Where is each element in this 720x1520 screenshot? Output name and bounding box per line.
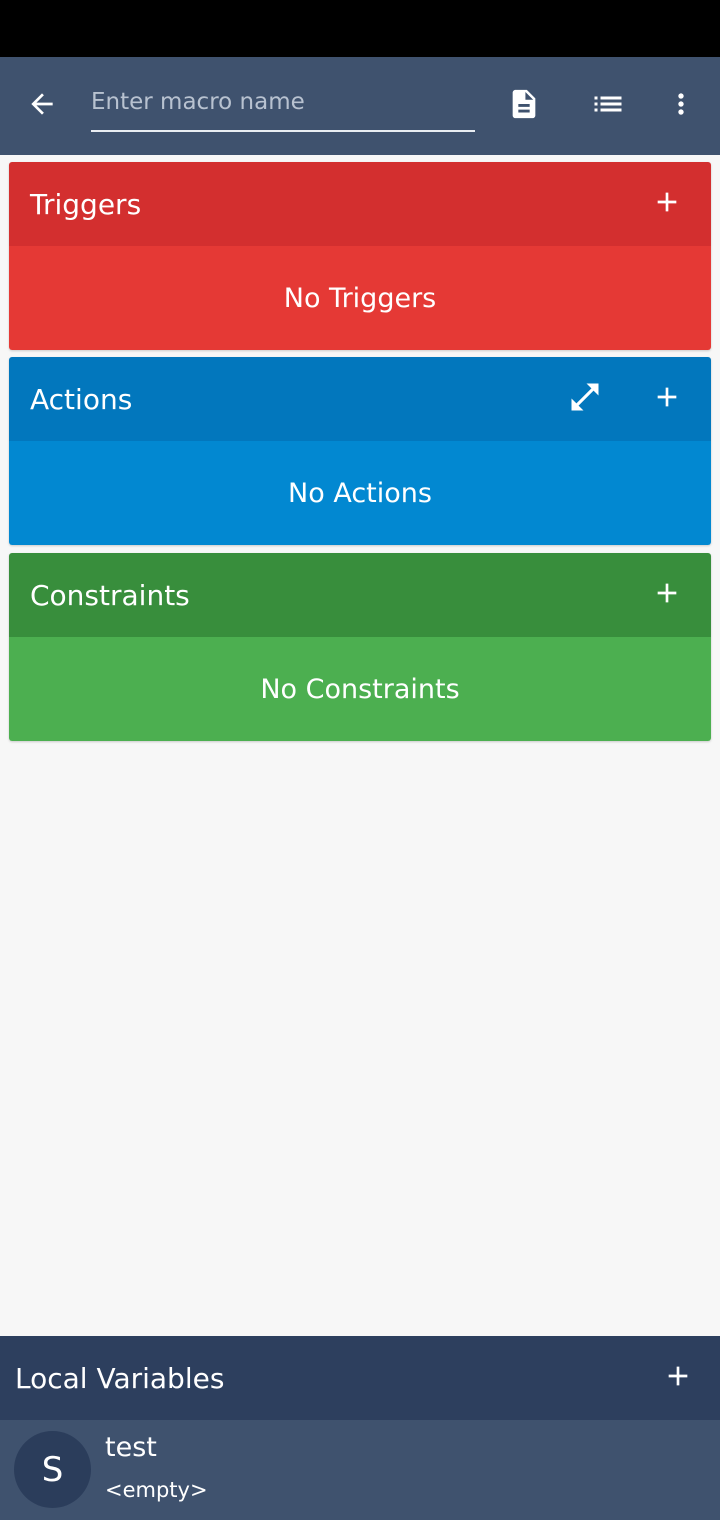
description-button[interactable] — [500, 82, 548, 130]
triggers-title: Triggers — [30, 187, 142, 221]
actions-header: Actions — [9, 357, 711, 441]
actions-empty-area[interactable]: No Actions — [9, 441, 711, 545]
actions-empty-text: No Actions — [288, 477, 432, 509]
add-trigger-button[interactable] — [643, 180, 691, 228]
status-bar — [0, 0, 720, 57]
add-constraint-button[interactable] — [643, 571, 691, 619]
plus-icon — [651, 381, 683, 417]
constraints-empty-area[interactable]: No Constraints — [9, 637, 711, 741]
back-button[interactable] — [18, 82, 66, 130]
variable-type-avatar: S — [14, 1431, 91, 1508]
document-icon — [507, 87, 541, 125]
expand-icon — [567, 379, 603, 419]
variable-value: <empty> — [105, 1478, 208, 1502]
triggers-empty-text: No Triggers — [283, 282, 437, 314]
add-action-button[interactable] — [643, 375, 691, 423]
triggers-empty-area[interactable]: No Triggers — [9, 246, 711, 350]
add-variable-button[interactable] — [654, 1354, 702, 1402]
variable-name: test — [105, 1432, 157, 1463]
list-view-button[interactable] — [584, 82, 632, 130]
local-variables-header: Local Variables — [0, 1336, 720, 1420]
variable-list-item[interactable]: S test <empty> — [0, 1420, 720, 1520]
constraints-header: Constraints — [9, 553, 711, 637]
constraints-title: Constraints — [30, 578, 190, 612]
actions-title: Actions — [30, 382, 133, 416]
triggers-card: Triggers No Triggers — [9, 162, 711, 350]
local-variables-title: Local Variables — [15, 1361, 225, 1395]
plus-icon — [651, 186, 683, 222]
plus-icon — [662, 1360, 694, 1396]
arrow-left-icon — [26, 88, 58, 124]
macro-name-input[interactable] — [91, 84, 475, 132]
overflow-menu-button[interactable] — [657, 82, 705, 130]
top-toolbar — [0, 57, 720, 155]
list-icon — [590, 86, 626, 126]
plus-icon — [651, 577, 683, 613]
triggers-header: Triggers — [9, 162, 711, 246]
actions-card: Actions No Actions — [9, 357, 711, 545]
constraints-card: Constraints No Constraints — [9, 553, 711, 741]
expand-actions-button[interactable] — [561, 375, 609, 423]
more-vertical-icon — [665, 88, 697, 124]
constraints-empty-text: No Constraints — [260, 673, 460, 705]
